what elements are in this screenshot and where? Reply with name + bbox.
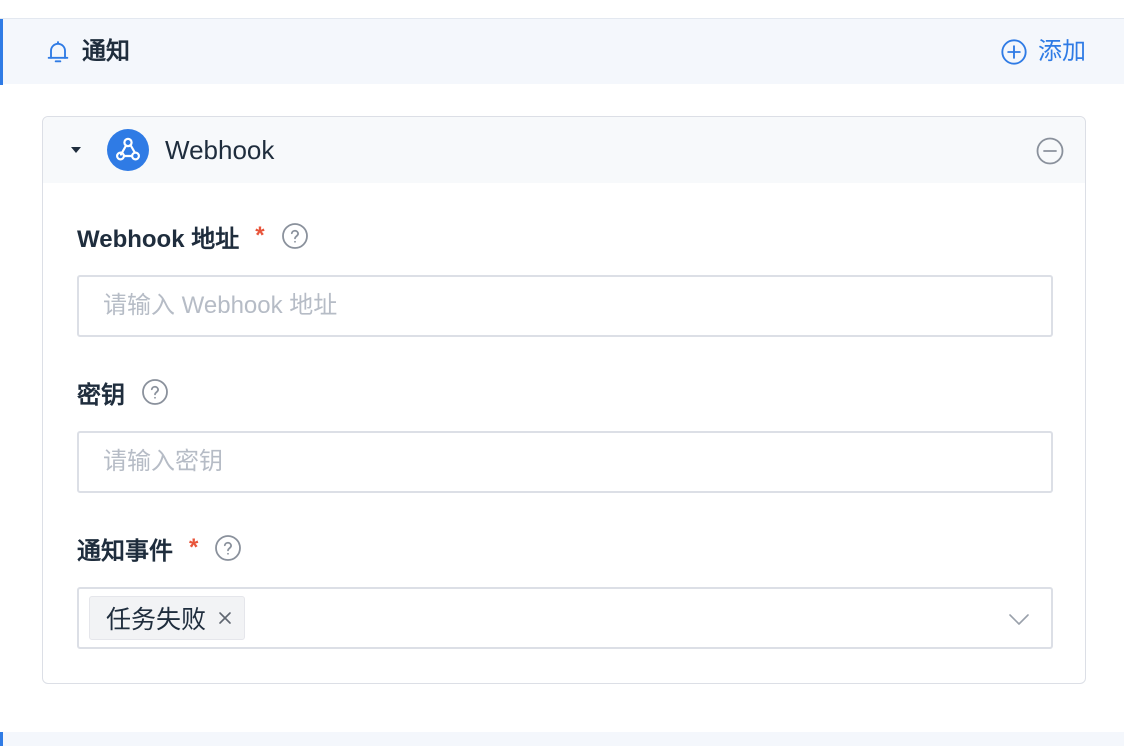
required-mark: *: [255, 222, 265, 249]
next-section-header: [0, 732, 1124, 746]
secret-label-text: 密钥: [77, 381, 125, 409]
events-select[interactable]: 任务失败: [77, 587, 1053, 649]
webhook-card-header[interactable]: Webhook: [43, 117, 1085, 183]
webhook-card-title: Webhook: [165, 135, 275, 165]
chevron-down-icon: [1009, 614, 1029, 625]
webhook-icon: [107, 129, 149, 171]
secret-label: 密钥: [77, 375, 169, 409]
plus-circle-icon: [1001, 39, 1027, 65]
caret-down-icon[interactable]: [69, 143, 83, 157]
events-label-text: 通知事件: [77, 537, 173, 565]
question-circle-icon[interactable]: [214, 534, 242, 562]
question-circle-icon[interactable]: [281, 222, 309, 250]
bell-icon: [47, 41, 69, 63]
selected-event-tag-label: 任务失败: [106, 606, 207, 634]
events-label: 通知事件 *: [77, 531, 242, 565]
page: 通知 添加 Webhook Webhook 地址 * 请输入 Webhook 地…: [0, 0, 1124, 746]
required-mark: *: [189, 534, 199, 561]
question-circle-icon[interactable]: [141, 378, 169, 406]
webhook-url-label: Webhook 地址 *: [77, 219, 309, 253]
close-icon[interactable]: [216, 609, 234, 627]
minus-circle-icon[interactable]: [1035, 136, 1065, 166]
add-notification-button[interactable]: 添加: [1000, 35, 1086, 69]
selected-event-tag: 任务失败: [89, 596, 246, 640]
add-button-label: 添加: [1038, 38, 1086, 65]
section-accent-bar: [0, 19, 3, 85]
webhook-url-label-text: Webhook 地址: [77, 225, 240, 253]
notification-section-header: 通知 添加: [0, 18, 1124, 85]
section-accent-bar: [0, 732, 3, 746]
secret-input[interactable]: [77, 431, 1053, 493]
webhook-url-input[interactable]: [77, 275, 1053, 337]
webhook-card: Webhook Webhook 地址 * 密钥: [42, 116, 1086, 684]
section-title: 通知: [82, 38, 130, 65]
